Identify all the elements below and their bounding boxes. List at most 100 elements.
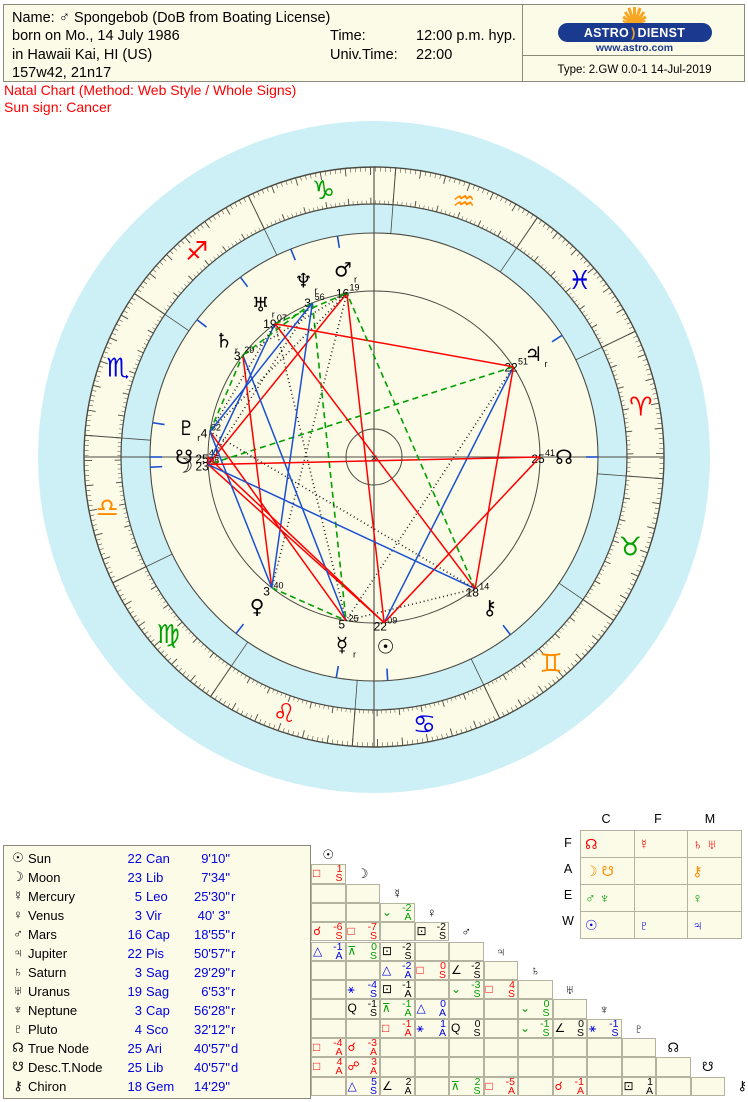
aspect-cell-filled[interactable]: ⚹ -4 S bbox=[345, 980, 380, 1000]
aspect-cell[interactable] bbox=[552, 1057, 587, 1077]
aspect-cell-filled[interactable]: Q -1 S bbox=[345, 999, 380, 1019]
aspect-cell[interactable] bbox=[690, 1076, 725, 1096]
aspect-cell-filled[interactable]: △ 5 S bbox=[345, 1076, 380, 1096]
astrodienst-logo[interactable]: ASTRO ) DIENST www.astro.com bbox=[523, 5, 746, 57]
aspect-cell-filled[interactable]: ⊡ 1 A bbox=[621, 1076, 656, 1096]
aspect-cell[interactable] bbox=[414, 941, 449, 961]
aspect-cell[interactable] bbox=[311, 1018, 346, 1038]
element-grid: ☊ ☿ ♄ ♅ ☽ ☋ ⚷ ♂ ♆ ♀ ☉ ♇ ♃ bbox=[580, 830, 742, 939]
aspect-cell[interactable] bbox=[483, 999, 518, 1019]
aspect-cell[interactable] bbox=[483, 1018, 518, 1038]
aspect-cell[interactable] bbox=[483, 1057, 518, 1077]
aspect-cell[interactable] bbox=[518, 980, 553, 1000]
wheel-sun-icon[interactable]: ☉ bbox=[377, 635, 395, 659]
aspect-cell[interactable] bbox=[621, 1057, 656, 1077]
aspect-cell-filled[interactable]: ⌄ -3 S bbox=[449, 980, 484, 1000]
aspect-cell[interactable] bbox=[587, 1057, 622, 1077]
aspect-cell[interactable] bbox=[345, 1018, 380, 1038]
element-cell bbox=[633, 884, 689, 912]
aspect-cell[interactable] bbox=[311, 883, 346, 903]
aspect-cell-filled[interactable]: △ 0 A bbox=[414, 999, 449, 1019]
aspect-cell-filled[interactable]: ☍ 3 A bbox=[345, 1057, 380, 1077]
aspect-cell-filled[interactable]: ⚹ 1 A bbox=[414, 1018, 449, 1038]
aspect-cell[interactable] bbox=[345, 883, 380, 903]
aspect-cell[interactable] bbox=[414, 1076, 449, 1096]
aspect-cell-filled[interactable]: ∠ -2 S bbox=[449, 961, 484, 981]
wheel-moon-icon[interactable]: ☽ bbox=[175, 454, 193, 478]
wheel-mars-icon[interactable]: ♂ bbox=[334, 258, 352, 282]
aspect-cell-filled[interactable]: □ 4 S bbox=[483, 980, 518, 1000]
wheel-pluto-icon[interactable]: ♇ bbox=[177, 416, 195, 440]
aspect-cell[interactable] bbox=[621, 1038, 656, 1058]
aspect-cell-filled[interactable]: □ 0 S bbox=[414, 961, 449, 981]
aspect-cell-filled[interactable]: ⌄ 0 S bbox=[518, 999, 553, 1019]
aspect-cell[interactable] bbox=[483, 1038, 518, 1058]
aspect-cell-filled[interactable]: ⌄ -2 A bbox=[380, 903, 415, 923]
aspect-cell[interactable] bbox=[518, 1057, 553, 1077]
aspect-cell-filled[interactable]: ☌ -1 A bbox=[552, 1076, 587, 1096]
aspect-cell[interactable] bbox=[311, 960, 346, 981]
wheel-mercury-icon[interactable]: ☿ bbox=[336, 632, 348, 656]
aspect-cell[interactable] bbox=[311, 902, 346, 923]
aspect-cell[interactable] bbox=[380, 1057, 415, 1077]
aspect-cell-filled[interactable]: Q0S bbox=[449, 1018, 484, 1038]
wheel-saturn-icon[interactable]: ♄ bbox=[215, 329, 233, 353]
aspect-cell[interactable] bbox=[483, 960, 518, 981]
aspect-cell-filled[interactable]: ⌄ -1 S bbox=[518, 1018, 553, 1038]
aspect-cell-filled[interactable]: □ 4 A bbox=[311, 1057, 346, 1077]
planet-name: Mars bbox=[28, 927, 57, 942]
aspect-cell-filled[interactable]: ☌ -3 A bbox=[345, 1038, 380, 1058]
aspect-cell[interactable] bbox=[311, 980, 346, 1000]
coordinates-line: 157w42, 21n17 bbox=[12, 65, 112, 81]
aspect-cell[interactable] bbox=[380, 922, 415, 942]
aspect-cell[interactable] bbox=[518, 1038, 553, 1058]
wheel-venus-icon[interactable]: ♀ bbox=[250, 595, 265, 619]
aspect-cell-filled[interactable]: △ -1 A bbox=[311, 941, 346, 961]
aspect-cell[interactable] bbox=[311, 1076, 346, 1096]
aspect-cell[interactable] bbox=[587, 1038, 622, 1058]
aspect-cell[interactable] bbox=[311, 999, 346, 1019]
aspect-cell[interactable] bbox=[449, 1038, 484, 1058]
aspect-cell-filled[interactable]: □ -5 A bbox=[483, 1076, 518, 1096]
wheel-true-node-icon[interactable]: ☊ bbox=[555, 445, 573, 469]
aspect-cell-filled[interactable]: ∠ 0 S bbox=[552, 1018, 587, 1038]
aspect-cell[interactable] bbox=[449, 999, 484, 1019]
aspect-cell[interactable] bbox=[587, 1076, 622, 1096]
aspect-cell[interactable] bbox=[380, 1038, 415, 1058]
aspect-cell-filled[interactable]: ⚹ -1 S bbox=[587, 1018, 622, 1038]
aspect-cell[interactable] bbox=[449, 941, 484, 961]
aspect-cell[interactable] bbox=[345, 960, 380, 981]
aspect-cell-filled[interactable]: □ -4 A bbox=[311, 1038, 346, 1058]
aspect-cell[interactable] bbox=[449, 1057, 484, 1077]
aspect-cell[interactable] bbox=[414, 980, 449, 1000]
aspect-cell-filled[interactable]: □ -1 A bbox=[380, 1018, 415, 1038]
wheel-chiron-icon[interactable]: ⚷ bbox=[482, 596, 497, 620]
aspect-cell-filled[interactable]: ⊡ -2 S bbox=[380, 941, 415, 961]
aspect-cell[interactable] bbox=[518, 1076, 553, 1096]
planet-minutes: 9'10" bbox=[201, 851, 230, 866]
aspect-cell[interactable] bbox=[656, 1057, 691, 1077]
aspect-cell-filled[interactable]: ⊡ -2 S bbox=[414, 922, 449, 942]
aspect-cell-filled[interactable]: □ -7 S bbox=[345, 922, 380, 942]
aspect-cell[interactable] bbox=[656, 1076, 691, 1096]
wheel-uranus-icon[interactable]: ♅ bbox=[252, 292, 270, 316]
aspect-cell[interactable] bbox=[414, 1057, 449, 1077]
aspect-cell[interactable] bbox=[414, 1038, 449, 1058]
aspect-cell-filled[interactable]: ⊡ -1 A bbox=[380, 980, 415, 1000]
aspect-cell-filled[interactable]: □ 1 S bbox=[311, 864, 346, 884]
natal-chart-wheel[interactable]: ♈ ♉ ♊ ♋ ♌ ♍ ♎ ♏ ♐ ♑ ♒ ♓ ♂ r 16 19 ♆ r 3 56 ♅ r 19 07 ♄ r 3 29 ♇ r 4 32 ☋… bbox=[0, 112, 748, 802]
aspect-cell[interactable] bbox=[552, 999, 587, 1019]
logo-url[interactable]: www.astro.com bbox=[558, 42, 712, 54]
aspect-cell-filled[interactable]: ☌ -6 S bbox=[311, 922, 346, 942]
aspect-cell-filled[interactable]: ⊼ 0 S bbox=[345, 941, 380, 961]
aspect-cell[interactable] bbox=[552, 1038, 587, 1058]
planet-minutes: 56'28" bbox=[193, 1003, 230, 1018]
aspect-cell-filled[interactable]: ∠ 2 A bbox=[380, 1076, 415, 1096]
aspect-grid-header-11: ☋ bbox=[701, 1058, 714, 1074]
aspect-cell-filled[interactable]: ⊼ -1 A bbox=[380, 999, 415, 1019]
planet-row: ♂ Mars 16 Cap 18'55" r bbox=[4, 926, 310, 944]
wheel-neptune-icon[interactable]: ♆ bbox=[294, 269, 312, 293]
aspect-cell-filled[interactable]: ⊼ 2 S bbox=[449, 1076, 484, 1096]
aspect-cell-filled[interactable]: △ -2 A bbox=[380, 961, 415, 981]
aspect-cell[interactable] bbox=[345, 902, 380, 923]
